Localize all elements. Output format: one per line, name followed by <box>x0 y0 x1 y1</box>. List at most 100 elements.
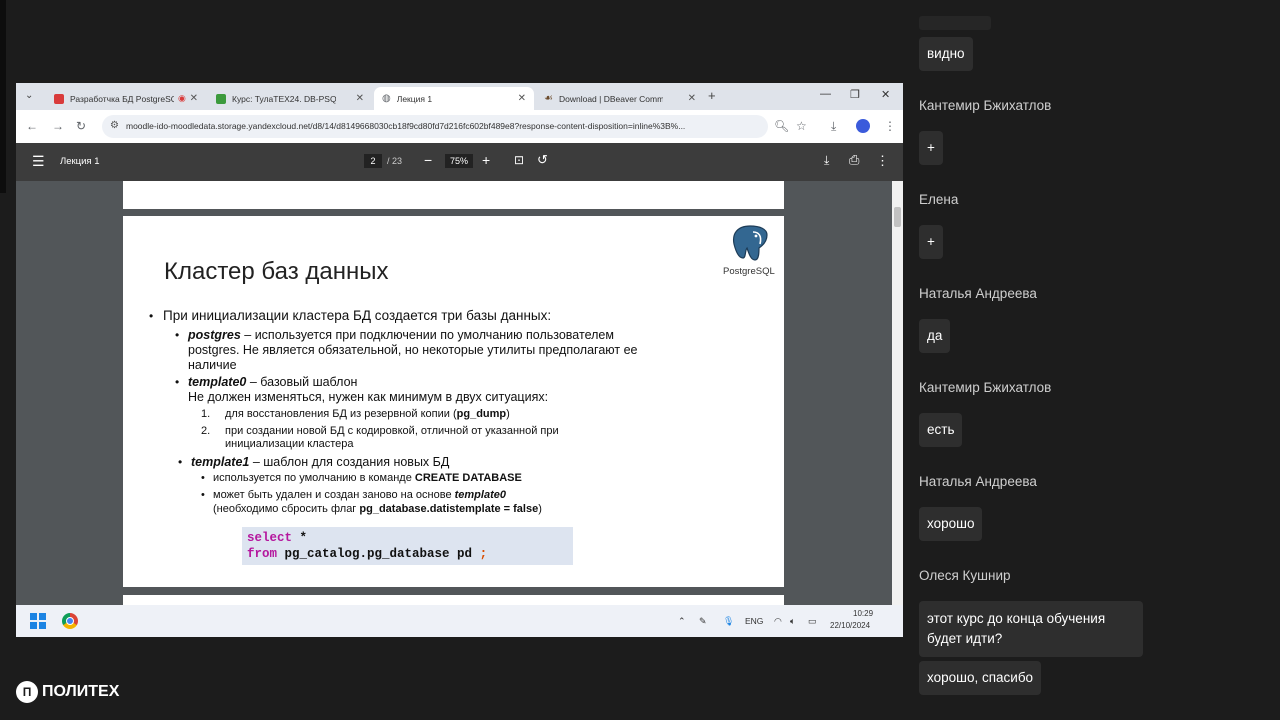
menu-icon[interactable]: ⋮ <box>884 119 896 133</box>
back-icon[interactable]: ← <box>26 119 38 133</box>
close-window-icon[interactable]: ✕ <box>881 88 890 101</box>
slide-title: Кластер баз данных <box>164 258 389 285</box>
clock-time[interactable]: 10:29 <box>853 609 873 618</box>
fit-page-icon[interactable]: ⊡ <box>514 153 524 167</box>
minimize-icon[interactable]: — <box>820 88 831 100</box>
zoom-out-icon[interactable]: − <box>424 152 432 168</box>
tab-title: Лекция 1 <box>396 93 433 104</box>
item-bold: pg_database.datistemplate = false <box>359 503 539 515</box>
wifi-icon[interactable]: ◠ <box>774 616 782 627</box>
postgres-desc: – используется при подключении по умолча… <box>240 328 614 342</box>
pen-icon[interactable]: ✎ <box>699 616 707 627</box>
item-text: ) <box>538 503 542 515</box>
show-hidden-icons[interactable]: ⌃ <box>678 616 686 627</box>
chat-author: Кантемир Бжихатлов <box>919 380 1052 395</box>
battery-icon[interactable]: ▭ <box>808 616 817 627</box>
browser-tab-1[interactable]: Разработчка БД PostgreSQL ◉ ✕ <box>46 87 206 110</box>
profile-avatar[interactable] <box>856 119 870 133</box>
zoom-icon[interactable]: 🔍︎ <box>774 119 789 133</box>
code-text: * <box>292 531 308 545</box>
microphone-icon[interactable]: 🎙︎ <box>723 616 734 627</box>
sql-keyword: from <box>247 547 278 561</box>
tab-close-icon[interactable]: ✕ <box>356 93 364 104</box>
chat-author: Наталья Андреева <box>919 474 1037 489</box>
pdf-toolbar: ☰ Лекция 1 2 / 23 − 75% + ⊡ ↺ ⤓ ⎙ ⋮ <box>16 143 903 181</box>
chat-message: этот курс до конца обучения будет идти? <box>919 601 1143 657</box>
scrollbar-thumb[interactable] <box>894 207 901 227</box>
new-tab-button[interactable]: + <box>708 88 716 103</box>
code-line-2: from pg_catalog.pg_database pd ; <box>247 546 487 562</box>
forward-icon[interactable]: → <box>52 119 64 133</box>
code-semicolon: ; <box>479 547 488 561</box>
zoom-level[interactable]: 75% <box>445 154 473 168</box>
tab-close-icon[interactable]: ✕ <box>518 93 526 104</box>
bullet-dot: • <box>201 472 205 484</box>
chat-message: + <box>919 131 943 165</box>
sql-keyword: select <box>247 531 293 545</box>
brand-logo-text: ПОЛИТЕХ <box>42 683 120 700</box>
template0-desc: – базовый шаблон <box>246 375 358 389</box>
list-number: 2. <box>201 425 211 437</box>
chat-author: Елена <box>919 192 959 207</box>
brand-logo: П ПОЛИТЕХ <box>16 681 119 703</box>
browser-tab-bar: ⌄ Разработчка БД PostgreSQL ◉ ✕ Курс: Ту… <box>16 83 903 110</box>
url-bar[interactable]: ⚙ moodle-ido-moodledata.storage.yandexcl… <box>102 115 768 138</box>
pdf-viewport[interactable]: Кластер баз данных PostgreSQL • При иниц… <box>16 181 903 605</box>
pdf-download-icon[interactable]: ⤓ <box>824 153 829 168</box>
item-text: может быть удален и создан заново на осн… <box>213 489 455 501</box>
slide-page: Кластер баз данных PostgreSQL • При иниц… <box>123 216 784 587</box>
browser-tab-3[interactable]: ◍ Лекция 1 ✕ <box>374 87 534 110</box>
reload-icon[interactable]: ↻ <box>76 119 86 133</box>
tab-close-icon[interactable]: ✕ <box>688 93 696 104</box>
restore-icon[interactable]: ❐ <box>850 88 860 101</box>
template1-desc: – шаблон для создания новых БД <box>249 455 450 469</box>
previous-page <box>123 181 784 209</box>
mouse-cursor-icon: ⇱ <box>636 413 646 425</box>
print-icon[interactable]: ⎙ <box>849 152 859 168</box>
tab-close-icon[interactable]: ✕ <box>190 93 198 104</box>
template0-item-2-line-1: при создании новой БД с кодировкой, отли… <box>225 425 559 437</box>
browser-tab-2[interactable]: Курс: ТулаTEX24. DB-PSQL-03 ✕ <box>208 87 372 110</box>
site-info-icon[interactable]: ⚙ <box>110 120 119 131</box>
item-bold: CREATE DATABASE <box>414 472 522 484</box>
next-page <box>123 595 784 605</box>
chat-message: хорошо, спасибо <box>919 661 1042 695</box>
chat-message: хорошо <box>919 507 983 541</box>
chat-message: видно <box>919 37 973 71</box>
bookmark-star-icon[interactable]: ☆ <box>796 119 807 133</box>
shared-screen: ⌄ Разработчка БД PostgreSQL ◉ ✕ Курс: Ту… <box>16 83 903 637</box>
chat-message-partial-name <box>919 16 991 30</box>
windows-start-icon[interactable] <box>30 613 46 629</box>
download-icon[interactable]: ⤓ <box>831 119 836 134</box>
volume-icon[interactable]: 🔈︎ <box>790 616 795 627</box>
tab-search-icon[interactable]: ⌄ <box>25 90 33 101</box>
dbeaver-icon: ☙ <box>544 93 553 104</box>
url-text: moodle-ido-moodledata.storage.yandexclou… <box>126 121 686 131</box>
zoom-in-icon[interactable]: + <box>482 152 490 168</box>
item-italic: template0 <box>454 489 506 501</box>
clock-date[interactable]: 22/10/2024 <box>830 621 870 630</box>
chat-author: Наталья Андреева <box>919 286 1037 301</box>
pdf-scrollbar[interactable] <box>892 181 903 605</box>
language-indicator[interactable]: ENG <box>745 616 763 626</box>
page-total: / 23 <box>387 156 403 166</box>
hamburger-icon[interactable]: ☰ <box>32 153 45 170</box>
address-toolbar: ← → ↻ ⚙ moodle-ido-moodledata.storage.ya… <box>16 110 903 143</box>
chat-message: да <box>919 319 951 353</box>
bullet-dot: • <box>201 489 205 501</box>
more-options-icon[interactable]: ⋮ <box>876 153 889 169</box>
tab-title: Курс: ТулаTEX24. DB-PSQL-03 <box>232 93 336 104</box>
pdf-title: Лекция 1 <box>60 156 100 167</box>
browser-tab-4[interactable]: ☙ Download | DBeaver Community ✕ <box>536 87 704 110</box>
chat-message: + <box>919 225 943 259</box>
tab-title: Разработчка БД PostgreSQL <box>70 93 174 104</box>
template1-line: template1 – шаблон для создания новых БД <box>191 455 449 469</box>
rotate-icon[interactable]: ↺ <box>537 152 548 168</box>
bullet-dot: • <box>149 309 154 323</box>
elephant-icon <box>732 225 768 261</box>
chrome-taskbar-icon[interactable] <box>62 613 78 629</box>
template1-term: template1 <box>191 455 250 469</box>
page-number-input[interactable]: 2 <box>364 154 382 168</box>
sql-code-block: select * from pg_catalog.pg_database pd … <box>242 527 573 565</box>
template1-item-1: используется по умолчанию в команде CREA… <box>213 472 522 485</box>
